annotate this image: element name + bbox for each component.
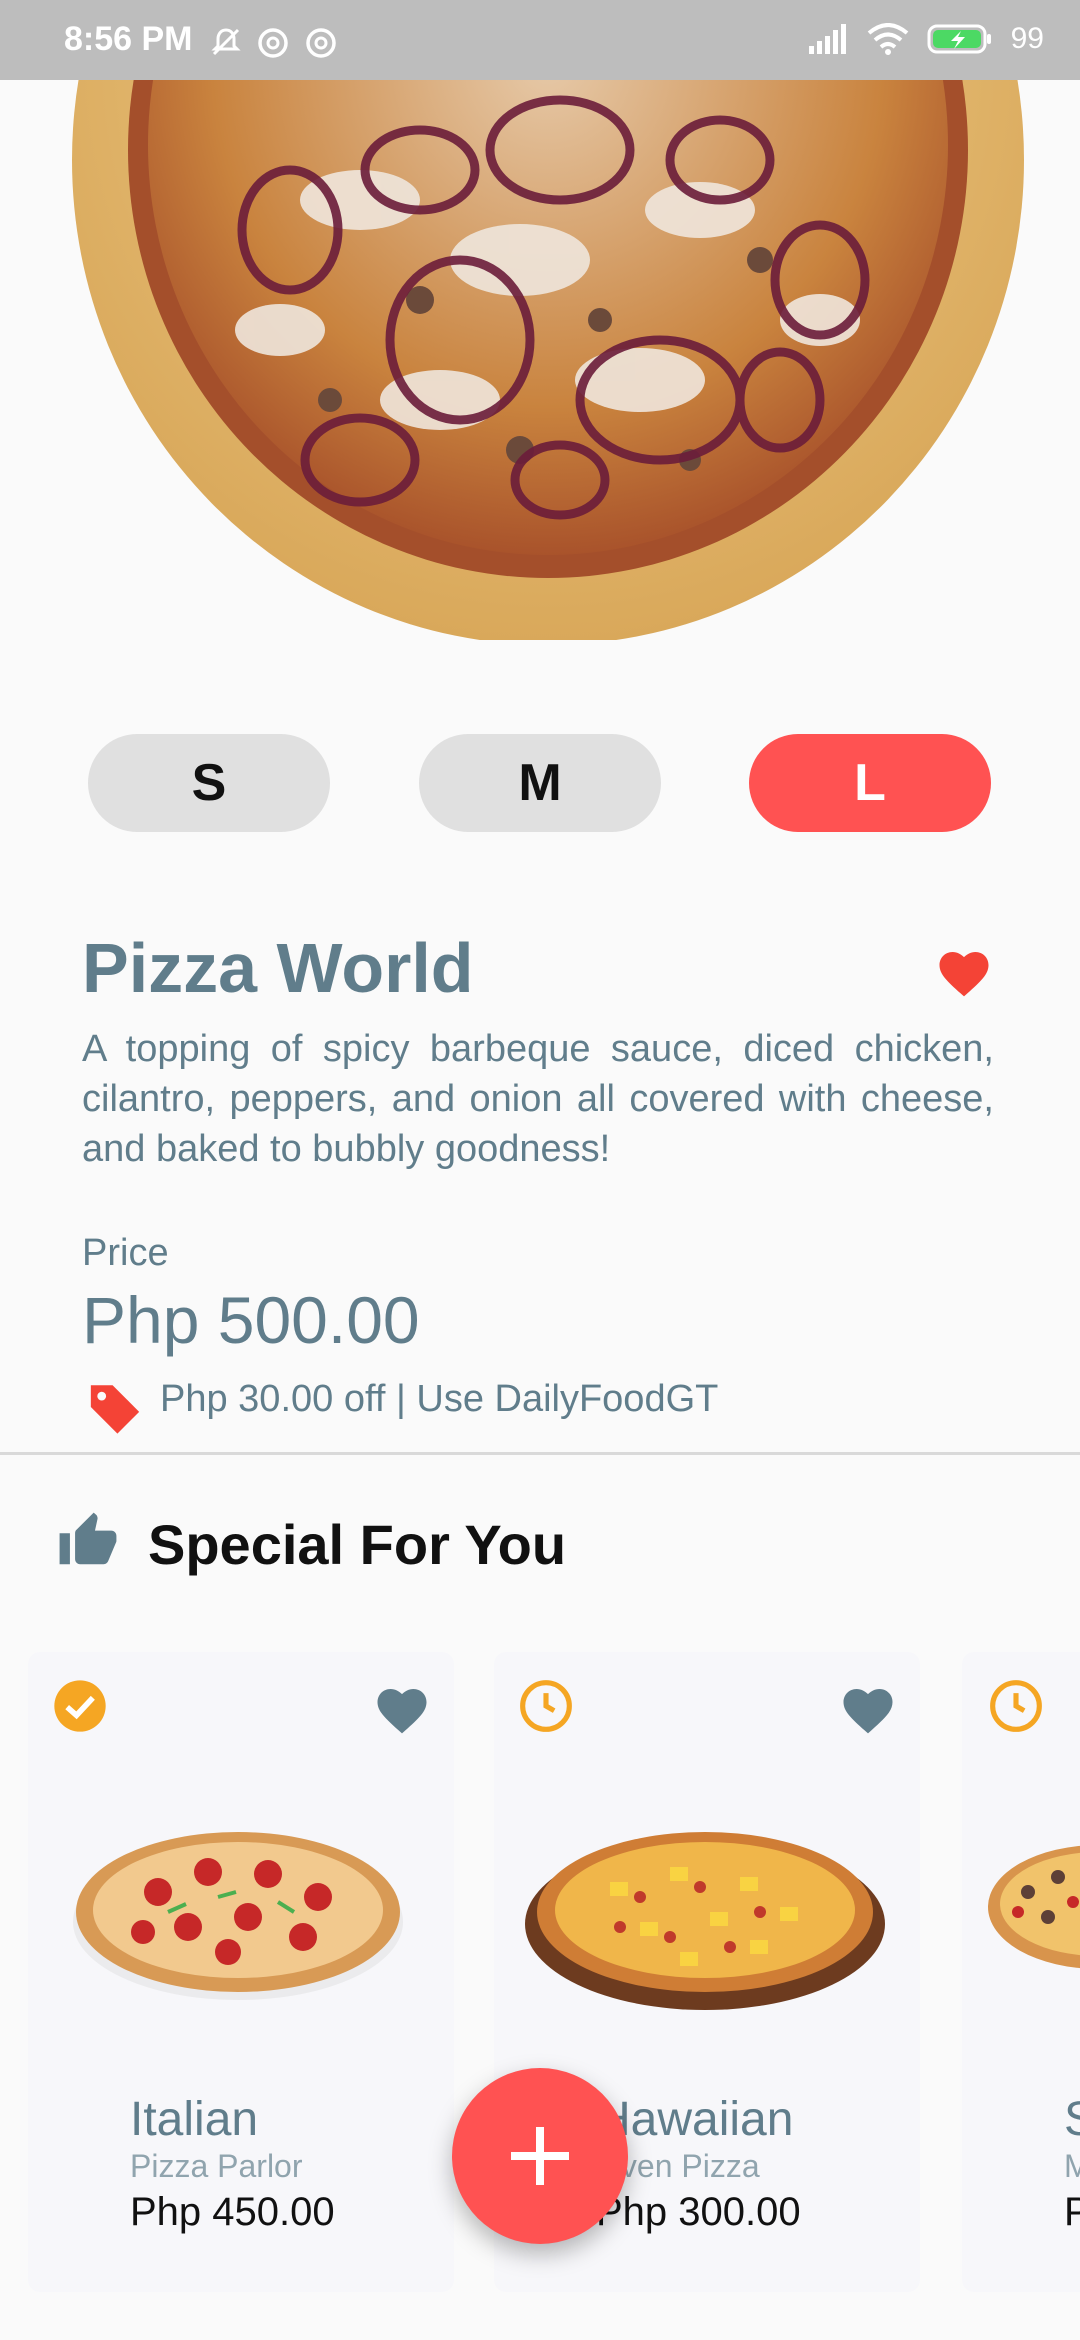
status-time: 8:56 PM xyxy=(64,20,193,58)
pizza-image xyxy=(73,1832,403,2000)
product-card[interactable]: S M P xyxy=(962,1652,1080,2292)
card-name: Italian xyxy=(130,2093,259,2146)
heart-icon[interactable] xyxy=(374,1684,430,1736)
bell-off-icon xyxy=(211,28,241,56)
product-card[interactable]: Italian Pizza Parlor Php 450.00 xyxy=(28,1652,454,2292)
size-button-large[interactable]: L xyxy=(749,734,991,832)
size-button-medium[interactable]: M xyxy=(419,734,661,832)
check-circle-icon xyxy=(54,1680,106,1732)
add-button[interactable] xyxy=(452,2068,628,2244)
card-price: Php 450.00 xyxy=(130,2190,335,2234)
pizza-image xyxy=(988,1845,1080,1969)
card-price: Php 300.00 xyxy=(596,2190,801,2234)
battery-icon xyxy=(927,24,991,54)
promo-text: Php 30.00 off | Use DailyFoodGT xyxy=(160,1378,719,1420)
favorite-heart-icon[interactable] xyxy=(936,946,992,1000)
section-title: Special For You xyxy=(148,1513,567,1576)
size-button-small[interactable]: S xyxy=(88,734,330,832)
hero-pizza-image xyxy=(0,80,1080,640)
card-price: P xyxy=(1064,2190,1080,2234)
tag-icon xyxy=(90,1385,140,1434)
card-subtitle: M xyxy=(1064,2148,1080,2184)
heart-icon[interactable] xyxy=(840,1684,896,1736)
price-value: Php 500.00 xyxy=(82,1283,420,1357)
sync-icon xyxy=(306,28,336,58)
thumbs-up-icon xyxy=(59,1512,117,1565)
battery-level: 99 xyxy=(1010,22,1044,55)
status-bar: 8:56 PM 99 xyxy=(0,0,1080,80)
clock-icon xyxy=(990,1680,1042,1732)
product-title: Pizza World xyxy=(82,929,474,1007)
card-name: S xyxy=(1064,2092,1080,2147)
wifi-icon xyxy=(867,23,908,55)
card-subtitle: Pizza Parlor xyxy=(130,2148,303,2184)
sync-icon xyxy=(258,28,288,58)
clock-icon xyxy=(520,1680,572,1732)
plus-icon xyxy=(511,2127,569,2185)
price-label: Price xyxy=(82,1232,169,1274)
product-description: A topping of spicy barbeque sauce, diced… xyxy=(82,1028,994,1170)
signal-icon xyxy=(808,24,846,54)
divider xyxy=(0,1452,1080,1455)
pizza-image xyxy=(525,1832,885,2010)
